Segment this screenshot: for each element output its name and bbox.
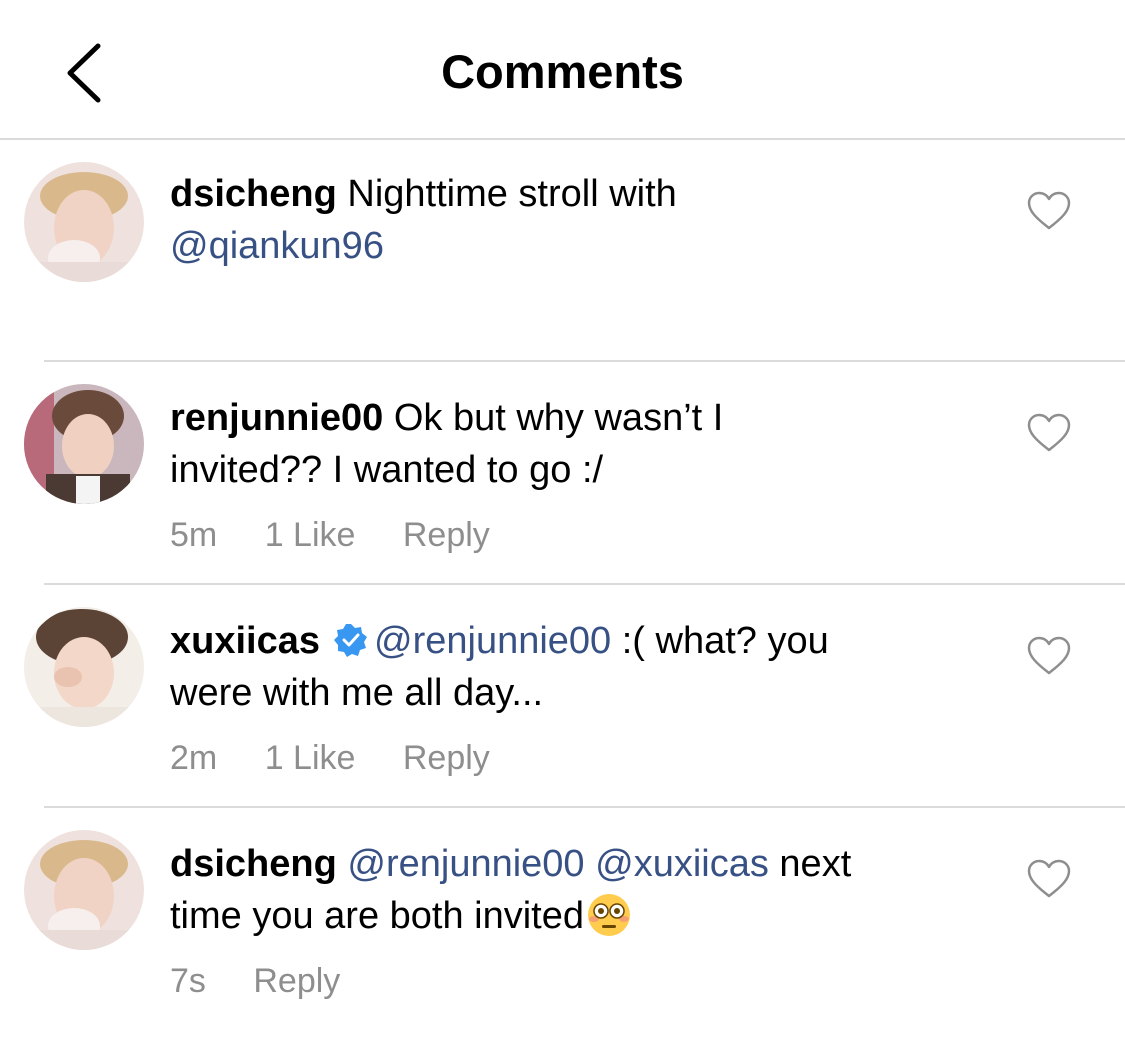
heart-outline-icon <box>1027 636 1071 675</box>
comment-text: dsicheng Nighttime stroll with @qiankun9… <box>170 168 960 272</box>
mention-link[interactable]: @renjunnie00 <box>347 843 584 885</box>
heart-outline-icon <box>1027 191 1071 230</box>
comment-body: next <box>779 843 852 885</box>
like-button[interactable] <box>1026 412 1072 454</box>
avatar[interactable] <box>24 384 144 504</box>
comment-body: :( what? you <box>621 620 829 662</box>
comment-item: renjunnie00 Ok but why wasn’t I invited?… <box>0 362 1125 582</box>
flushed-face-emoji <box>588 894 631 936</box>
caption-comment: dsicheng Nighttime stroll with @qiankun9… <box>0 140 1125 360</box>
like-button[interactable] <box>1026 635 1072 677</box>
verified-badge-icon <box>334 624 367 657</box>
comment-meta: 2m 1 Like Reply <box>170 739 528 778</box>
header-bar: Comments <box>0 0 1125 138</box>
like-count[interactable]: 1 Like <box>265 739 356 777</box>
comment-time: 5m <box>170 516 218 554</box>
avatar-image <box>24 384 144 504</box>
avatar[interactable] <box>24 607 144 727</box>
comment-username[interactable]: renjunnie00 <box>170 397 383 439</box>
avatar[interactable] <box>24 162 144 282</box>
comment-body: Nighttime stroll with <box>347 173 677 215</box>
reply-button[interactable]: Reply <box>403 516 490 554</box>
comment-username[interactable]: dsicheng <box>170 843 337 885</box>
comment-time: 7s <box>170 962 206 1000</box>
comment-item: dsicheng @renjunnie00 @xuxiicas next tim… <box>0 808 1125 1039</box>
reply-button[interactable]: Reply <box>403 739 490 777</box>
like-button[interactable] <box>1026 858 1072 900</box>
heart-outline-icon <box>1027 859 1071 898</box>
comment-meta: 7s Reply <box>170 962 378 1001</box>
comment-body: Ok but why wasn’t I <box>393 397 724 439</box>
comment-body-cont: time you are both invited <box>170 895 585 937</box>
like-count[interactable]: 1 Like <box>265 516 356 554</box>
avatar[interactable] <box>24 830 144 950</box>
mention-link[interactable]: @qiankun96 <box>170 225 384 267</box>
avatar-image <box>24 162 144 282</box>
comment-item: xuxiicas @renjunnie00 :( what? you were … <box>0 585 1125 805</box>
comment-time: 2m <box>170 739 218 777</box>
mention-link[interactable]: @xuxiicas <box>595 843 769 885</box>
page-title: Comments <box>441 45 684 98</box>
reply-button[interactable]: Reply <box>253 962 340 1000</box>
comment-text: renjunnie00 Ok but why wasn’t I invited?… <box>170 392 960 496</box>
comment-username[interactable]: xuxiicas <box>170 620 320 662</box>
like-button[interactable] <box>1026 190 1072 232</box>
comment-body-cont: invited?? I wanted to go :/ <box>170 449 604 491</box>
comment-meta: 5m 1 Like Reply <box>170 516 528 555</box>
comment-text: dsicheng @renjunnie00 @xuxiicas next tim… <box>170 838 960 942</box>
comment-body-cont: were with me all day... <box>170 672 544 714</box>
avatar-image <box>24 607 144 727</box>
heart-outline-icon <box>1027 413 1071 452</box>
comment-text: xuxiicas @renjunnie00 :( what? you were … <box>170 615 960 719</box>
comment-username[interactable]: dsicheng <box>170 173 337 215</box>
mention-link[interactable]: @renjunnie00 <box>374 620 611 662</box>
avatar-image <box>24 830 144 950</box>
